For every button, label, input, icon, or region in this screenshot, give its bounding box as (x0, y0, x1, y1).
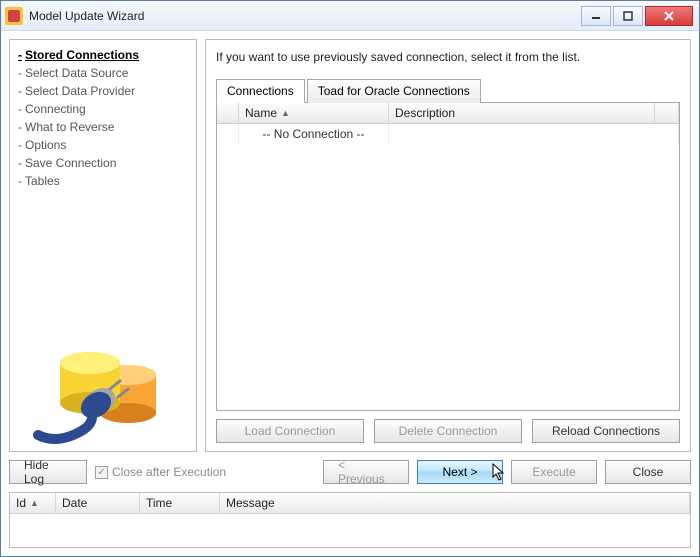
step-label: Save Connection (25, 156, 116, 170)
step-label: Tables (25, 174, 60, 188)
log-panel: Id ▲ Date Time Message (9, 492, 691, 548)
button-label: Load Connection (245, 424, 336, 438)
previous-button[interactable]: < Previous (323, 460, 409, 484)
sidebar-illustration (10, 335, 196, 445)
button-label: Hide Log (24, 458, 72, 486)
step-label: What to Reverse (25, 120, 114, 134)
step-options[interactable]: -Options (18, 136, 188, 154)
checkbox-icon: ✓ (95, 466, 108, 479)
log-column-time[interactable]: Time (140, 493, 220, 513)
nav-buttons: < Previous Next > Execute Close (323, 460, 691, 484)
delete-connection-button[interactable]: Delete Connection (374, 419, 522, 443)
load-connection-button[interactable]: Load Connection (216, 419, 364, 443)
log-column-date[interactable]: Date (56, 493, 140, 513)
column-label: Id (16, 496, 26, 510)
close-after-execution-checkbox[interactable]: ✓ Close after Execution (95, 465, 226, 479)
column-label: Date (62, 496, 87, 510)
column-expand[interactable] (217, 103, 239, 123)
grid-header: Name ▲ Description (217, 103, 679, 124)
button-label: Delete Connection (399, 424, 498, 438)
cursor-icon (492, 463, 508, 483)
log-body[interactable] (10, 514, 690, 547)
cell-description (389, 124, 679, 144)
log-header: Id ▲ Date Time Message (10, 493, 690, 514)
column-label: Time (146, 496, 172, 510)
hide-log-button[interactable]: Hide Log (9, 460, 87, 484)
step-label: Select Data Source (25, 66, 128, 80)
instruction-text: If you want to use previously saved conn… (216, 50, 680, 64)
step-what-to-reverse[interactable]: -What to Reverse (18, 118, 188, 136)
step-select-data-provider[interactable]: -Select Data Provider (18, 82, 188, 100)
steps-sidebar: -Stored Connections -Select Data Source … (9, 39, 197, 452)
wizard-window: Model Update Wizard -Stored Connections … (0, 0, 700, 557)
steps-list: -Stored Connections -Select Data Source … (18, 46, 188, 190)
execute-button[interactable]: Execute (511, 460, 597, 484)
step-select-data-source[interactable]: -Select Data Source (18, 64, 188, 82)
step-label: Connecting (25, 102, 86, 116)
window-title: Model Update Wizard (29, 9, 581, 23)
close-button[interactable]: Close (605, 460, 691, 484)
tab-label: Toad for Oracle Connections (318, 84, 470, 98)
reload-connections-button[interactable]: Reload Connections (532, 419, 680, 443)
button-label: Next > (442, 465, 477, 479)
button-label: < Previous (338, 458, 394, 486)
step-stored-connections[interactable]: -Stored Connections (18, 46, 188, 64)
checkbox-label: Close after Execution (112, 465, 226, 479)
app-icon (5, 7, 23, 25)
log-column-message[interactable]: Message (220, 493, 690, 513)
next-button[interactable]: Next > (417, 460, 503, 484)
top-pane: -Stored Connections -Select Data Source … (9, 39, 691, 452)
tabs: Connections Toad for Oracle Connections (216, 78, 680, 102)
grid-body[interactable]: -- No Connection -- (217, 124, 679, 410)
column-name[interactable]: Name ▲ (239, 103, 389, 123)
step-label: Stored Connections (25, 48, 139, 62)
tab-connections[interactable]: Connections (216, 79, 305, 103)
sort-asc-icon: ▲ (30, 498, 39, 508)
connections-grid: Name ▲ Description -- No Connection -- (216, 102, 680, 411)
column-description[interactable]: Description (389, 103, 655, 123)
column-label: Message (226, 496, 275, 510)
table-row[interactable]: -- No Connection -- (217, 124, 679, 144)
tab-toad-oracle[interactable]: Toad for Oracle Connections (307, 79, 481, 103)
tab-label: Connections (227, 84, 294, 98)
step-label: Options (25, 138, 66, 152)
cell-name: -- No Connection -- (239, 124, 389, 144)
button-label: Execute (532, 465, 575, 479)
database-plug-icon (28, 335, 178, 445)
column-label: Description (395, 106, 455, 120)
titlebar: Model Update Wizard (1, 1, 699, 31)
button-label: Close (633, 465, 664, 479)
window-controls (581, 6, 693, 26)
main-panel: If you want to use previously saved conn… (205, 39, 691, 452)
column-label: Name (245, 106, 277, 120)
minimize-icon[interactable] (581, 6, 611, 26)
button-label: Reload Connections (552, 424, 660, 438)
footer-bar: Hide Log ✓ Close after Execution < Previ… (9, 460, 691, 484)
step-tables[interactable]: -Tables (18, 172, 188, 190)
log-column-id[interactable]: Id ▲ (10, 493, 56, 513)
step-label: Select Data Provider (25, 84, 135, 98)
connection-buttons: Load Connection Delete Connection Reload… (216, 419, 680, 443)
row-expand[interactable] (217, 124, 239, 144)
column-tail (655, 103, 679, 123)
maximize-icon[interactable] (613, 6, 643, 26)
sort-asc-icon: ▲ (281, 108, 290, 118)
step-connecting[interactable]: -Connecting (18, 100, 188, 118)
step-save-connection[interactable]: -Save Connection (18, 154, 188, 172)
content: -Stored Connections -Select Data Source … (1, 31, 699, 556)
close-icon[interactable] (645, 6, 693, 26)
